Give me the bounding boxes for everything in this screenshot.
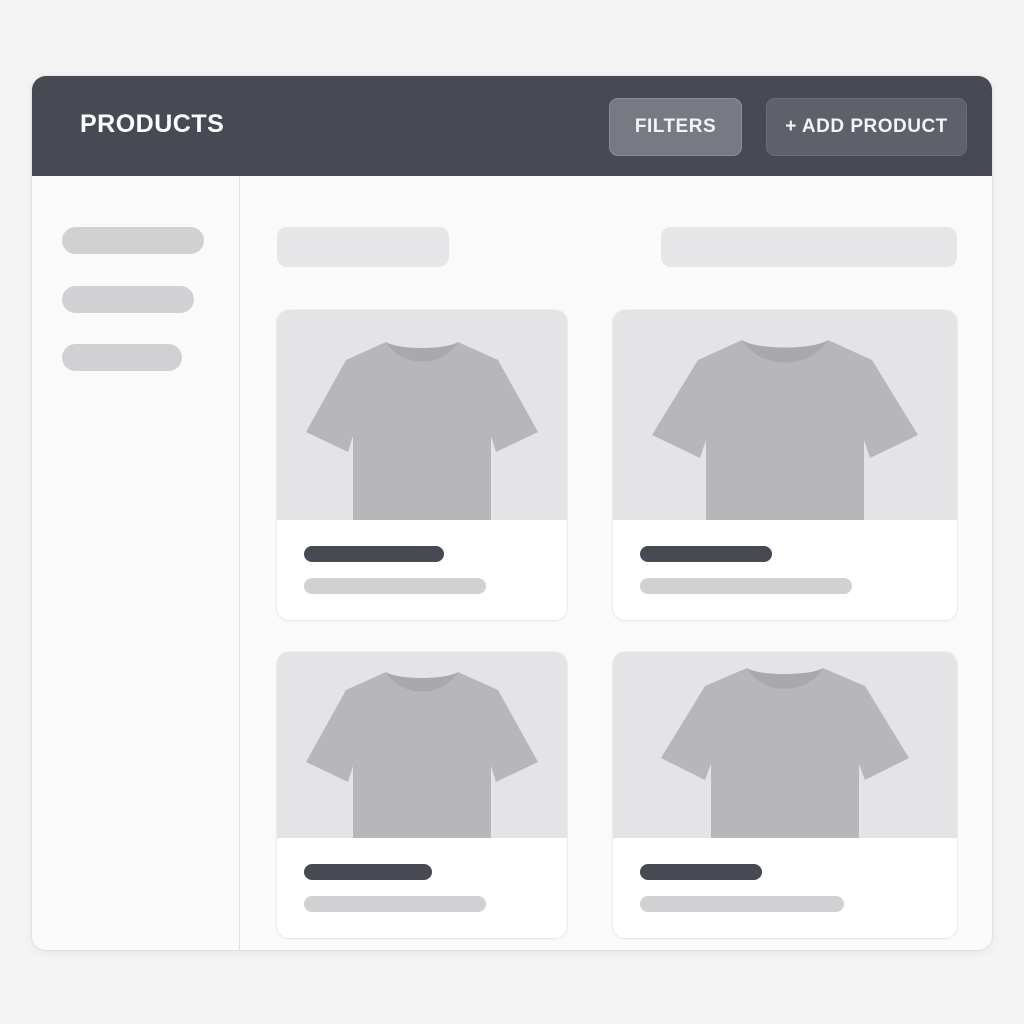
product-price-placeholder	[640, 578, 852, 594]
page-title: PRODUCTS	[80, 110, 225, 138]
product-name-placeholder	[304, 864, 432, 880]
product-card[interactable]	[277, 652, 567, 938]
product-price-placeholder	[304, 578, 486, 594]
sidebar-item-placeholder[interactable]	[62, 344, 182, 371]
product-price-placeholder	[304, 896, 486, 912]
product-name-placeholder	[640, 864, 762, 880]
add-product-button[interactable]: + ADD PRODUCT	[766, 98, 967, 156]
tshirt-icon	[661, 668, 909, 838]
product-card[interactable]	[277, 310, 567, 620]
product-name-placeholder	[640, 546, 772, 562]
toolbar-placeholder-left	[277, 227, 449, 267]
product-image	[277, 310, 567, 520]
search-placeholder[interactable]	[661, 227, 957, 267]
app-window: PRODUCTS FILTERS + ADD PRODUCT	[32, 76, 992, 950]
sidebar-item-placeholder[interactable]	[62, 227, 204, 254]
product-image	[613, 652, 957, 838]
product-card[interactable]	[613, 310, 957, 620]
product-price-placeholder	[640, 896, 844, 912]
tshirt-icon	[306, 342, 538, 520]
sidebar-item-placeholder[interactable]	[62, 286, 194, 313]
product-image	[277, 652, 567, 838]
tshirt-icon	[306, 672, 538, 838]
product-image	[613, 310, 957, 520]
filters-button[interactable]: FILTERS	[609, 98, 742, 156]
product-card[interactable]	[613, 652, 957, 938]
product-name-placeholder	[304, 546, 444, 562]
header-bar: PRODUCTS FILTERS + ADD PRODUCT	[32, 76, 992, 176]
tshirt-icon	[652, 340, 918, 520]
sidebar	[32, 176, 240, 950]
main-content	[240, 176, 992, 950]
